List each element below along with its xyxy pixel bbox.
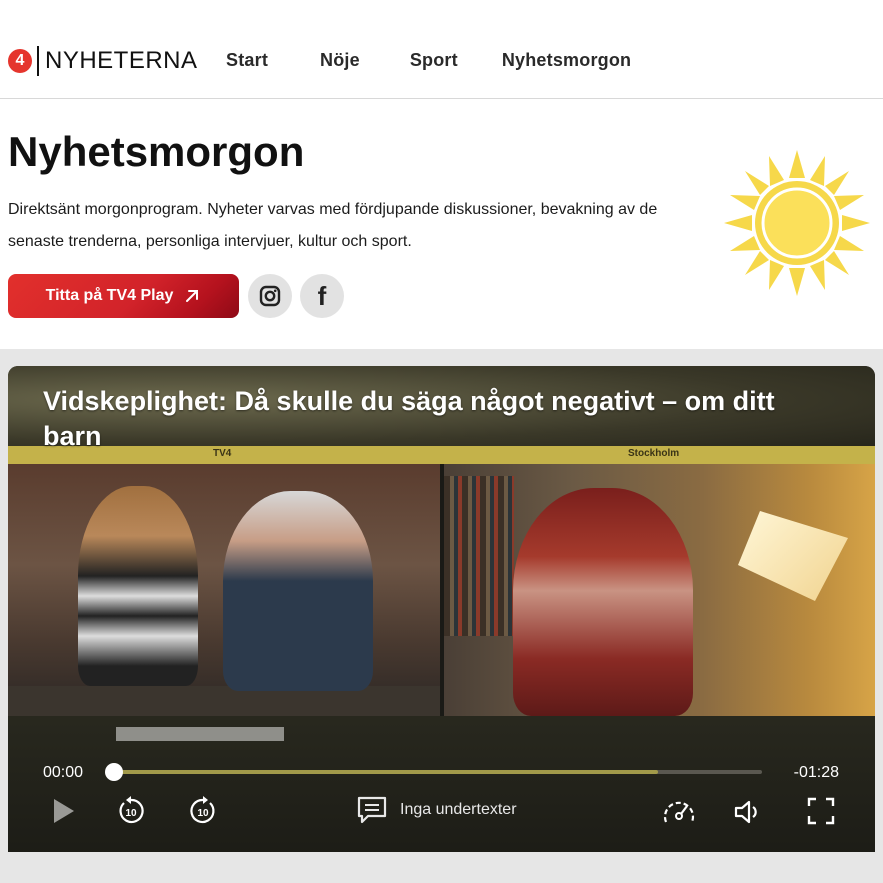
play-icon (54, 799, 74, 823)
forward-10-button[interactable]: 10 (186, 794, 220, 828)
cta-label: Titta på TV4 Play (45, 287, 174, 304)
forward-10-icon: 10 (190, 796, 215, 824)
instagram-icon (259, 285, 281, 307)
video-player[interactable]: TV4 Stockholm 00:00 -01:28 10 10 Inga un… (8, 366, 875, 852)
tv4-logo-badge: 4 (8, 49, 32, 73)
playback-speed-button[interactable] (660, 794, 698, 830)
svg-text:10: 10 (125, 808, 137, 819)
remote-guest (513, 488, 693, 716)
svg-text:10: 10 (197, 808, 209, 819)
facebook-button[interactable]: f (300, 274, 344, 318)
facebook-icon: f (317, 280, 327, 311)
studio-desk (8, 686, 440, 716)
subtitles-button[interactable]: Inga undertexter (356, 792, 517, 828)
rewind-10-button[interactable]: 10 (114, 794, 148, 828)
page-title: Nyhetsmorgon (8, 128, 305, 175)
caption-placeholder (116, 727, 284, 741)
sun-icon (724, 150, 870, 296)
program-description: Direktsänt morgonprogram. Nyheter varvas… (8, 201, 658, 250)
progress-scrubber[interactable] (105, 763, 123, 781)
nav-item-start[interactable]: Start (226, 50, 268, 71)
watch-on-tv4-play-button[interactable]: Titta på TV4 Play (8, 274, 239, 318)
subtitles-icon (357, 796, 387, 824)
video-title: Vidskeplighet: Då skulle du säga något n… (43, 386, 775, 451)
rewind-10-icon: 10 (119, 796, 144, 824)
logo-separator (37, 46, 39, 76)
main-nav: Start Nöje Sport Nyhetsmorgon (226, 50, 683, 71)
site-header: 4 NYHETERNA Start Nöje Sport Nyhetsmorgo… (0, 0, 883, 99)
tv4-nyheterna-logo[interactable]: 4 NYHETERNA (8, 45, 198, 77)
volume-button[interactable] (732, 796, 764, 828)
host-right (223, 491, 373, 691)
host-left (78, 486, 198, 686)
nav-item-sport[interactable]: Sport (410, 50, 458, 71)
progress-track[interactable] (115, 770, 762, 774)
instagram-button[interactable] (248, 274, 292, 318)
logo-wordmark: NYHETERNA (45, 47, 198, 74)
fullscreen-icon (807, 797, 835, 825)
nav-item-noje[interactable]: Nöje (320, 50, 360, 71)
subtitles-label: Inga undertexter (400, 801, 517, 818)
bookshelf (444, 476, 514, 636)
volume-icon (734, 800, 757, 824)
fullscreen-button[interactable] (804, 794, 838, 828)
player-controls: 00:00 -01:28 10 10 Inga undertexter (8, 716, 875, 852)
play-button[interactable] (48, 796, 78, 826)
nav-item-nyhetsmorgon[interactable]: Nyhetsmorgon (502, 50, 631, 71)
speed-gauge-icon (663, 801, 695, 823)
buffered-progress (115, 770, 658, 774)
current-time: 00:00 (43, 764, 84, 781)
remaining-time: -01:28 (793, 764, 839, 781)
arrow-up-right-icon (186, 290, 199, 302)
